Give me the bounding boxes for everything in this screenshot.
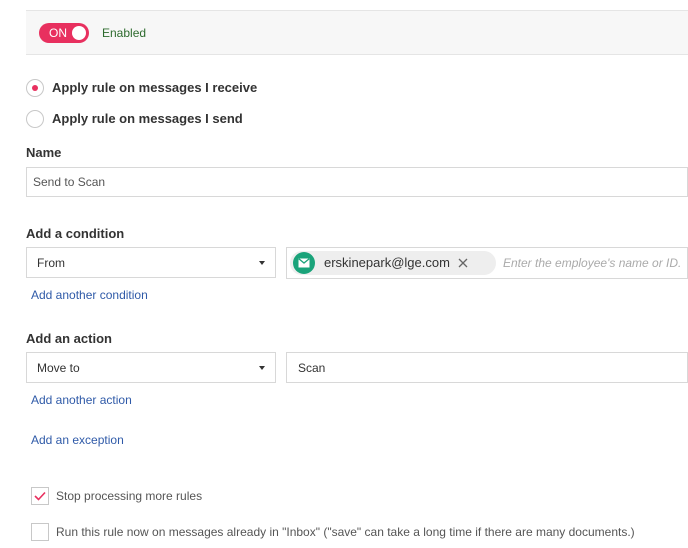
stop-processing-option[interactable]: Stop processing more rules xyxy=(31,487,202,505)
condition-label: Add a condition xyxy=(26,226,125,241)
caret-down-icon xyxy=(259,261,265,265)
radio-send[interactable] xyxy=(26,110,44,128)
run-now-label: Run this rule now on messages already in… xyxy=(56,525,635,539)
radio-send-option[interactable]: Apply rule on messages I send xyxy=(26,110,243,128)
radio-receive-label: Apply rule on messages I receive xyxy=(52,80,258,95)
condition-field-value: From xyxy=(37,256,65,270)
run-now-checkbox[interactable] xyxy=(31,523,49,541)
add-exception-link[interactable]: Add an exception xyxy=(31,433,124,447)
recipient-email: erskinepark@lge.com xyxy=(324,255,450,270)
radio-receive-option[interactable]: Apply rule on messages I receive xyxy=(26,79,257,97)
run-now-option[interactable]: Run this rule now on messages already in… xyxy=(31,523,635,541)
add-another-action-link[interactable]: Add another action xyxy=(31,393,132,407)
rule-name-input[interactable] xyxy=(26,167,688,197)
toggle-label: ON xyxy=(49,26,67,40)
condition-recipients-box[interactable]: erskinepark@lge.com xyxy=(286,247,688,279)
recipient-chip: erskinepark@lge.com xyxy=(290,251,496,275)
employee-search-input[interactable] xyxy=(503,252,685,274)
close-icon[interactable] xyxy=(456,256,470,270)
check-icon xyxy=(34,491,46,501)
action-folder-input[interactable] xyxy=(286,352,688,383)
add-another-condition-link[interactable]: Add another condition xyxy=(31,288,148,302)
caret-down-icon xyxy=(259,366,265,370)
stop-processing-checkbox[interactable] xyxy=(31,487,49,505)
radio-receive[interactable] xyxy=(26,79,44,97)
toggle-knob xyxy=(72,26,86,40)
name-label: Name xyxy=(26,145,62,160)
mail-icon xyxy=(293,252,315,274)
stop-processing-label: Stop processing more rules xyxy=(56,489,203,503)
radio-send-label: Apply rule on messages I send xyxy=(52,111,243,126)
status-text: Enabled xyxy=(102,26,147,40)
action-type-value: Move to xyxy=(37,361,80,375)
rule-status-bar: ON Enabled xyxy=(26,10,688,55)
action-label: Add an action xyxy=(26,331,112,346)
condition-field-select[interactable]: From xyxy=(26,247,276,278)
rule-enabled-toggle[interactable]: ON xyxy=(39,23,89,43)
action-type-select[interactable]: Move to xyxy=(26,352,276,383)
